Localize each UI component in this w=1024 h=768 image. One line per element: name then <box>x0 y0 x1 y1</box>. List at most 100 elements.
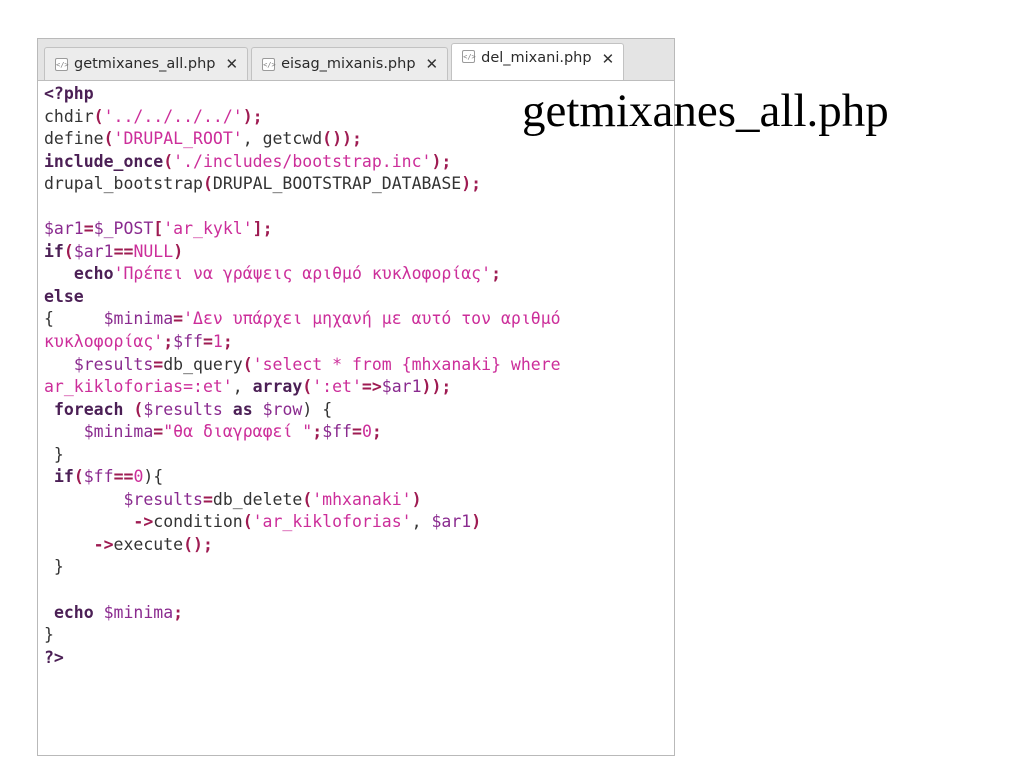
code-token: '../../../../' <box>103 106 243 126</box>
code-line: drupal_bootstrap(DRUPAL_BOOTSTRAP_DATABA… <box>44 173 561 196</box>
close-icon[interactable]: ✕ <box>426 55 439 73</box>
code-token: = <box>83 219 94 239</box>
code-token: ( <box>63 241 74 261</box>
code-token: ( <box>202 174 213 194</box>
code-token: 'ar_kikloforias' <box>252 512 412 532</box>
code-token: , <box>232 377 253 397</box>
code-token: { <box>44 309 104 329</box>
code-token: $row <box>262 399 303 419</box>
code-token: } <box>44 625 54 645</box>
code-token: = <box>202 489 213 509</box>
code-token: ); <box>461 174 482 194</box>
code-token: , <box>242 129 263 149</box>
code-token: './includes/bootstrap.inc' <box>173 151 432 171</box>
php-file-icon: </> <box>55 57 69 71</box>
change-marker <box>37 141 38 161</box>
code-token: chdir <box>44 106 94 126</box>
code-token: 'ar_kykl' <box>163 219 253 239</box>
code-token: 'select * from {mhxanaki} where <box>252 354 561 374</box>
tab-del-mixani[interactable]: </> del_mixani.php ✕ <box>451 43 625 80</box>
code-token: $minima <box>103 602 174 622</box>
code-token: ]; <box>252 219 273 239</box>
code-line: $results=db_delete('mhxanaki') <box>44 489 561 512</box>
code-line: $ar1=$_POST['ar_kykl']; <box>44 218 561 241</box>
code-token: array <box>252 377 303 397</box>
code-token: ; <box>491 264 501 284</box>
code-token: = <box>153 354 164 374</box>
code-token: NULL <box>133 241 174 261</box>
code-token: define <box>44 129 104 149</box>
code-line: } <box>44 624 561 647</box>
code-token: ); <box>242 106 263 126</box>
code-token: -> <box>133 512 154 532</box>
code-line: ->execute(); <box>44 534 561 557</box>
code-token: $_POST <box>93 219 154 239</box>
code-token: ) { <box>302 399 333 419</box>
tab-label: eisag_mixanis.php <box>281 56 416 72</box>
code-token: ( <box>103 129 114 149</box>
code-token: 0 <box>361 422 372 442</box>
close-icon[interactable]: ✕ <box>226 55 239 73</box>
code-token: ( <box>73 467 84 487</box>
code-token: )); <box>421 377 452 397</box>
code-token: ; <box>173 602 184 622</box>
code-line: if($ff==0){ <box>44 466 561 489</box>
code-token: $ff <box>83 467 114 487</box>
code-line: if($ar1==NULL) <box>44 241 561 264</box>
code-line: } <box>44 444 561 467</box>
code-token: as <box>232 399 253 419</box>
code-token: = <box>352 422 362 442</box>
code-token: ( <box>123 399 144 419</box>
close-icon[interactable]: ✕ <box>602 50 615 68</box>
code-line: κυκλοφορίας';$ff=1; <box>44 331 561 354</box>
code-line: else <box>44 286 561 309</box>
code-text-area[interactable]: <?php chdir('../../../../'); define('DRUPA… <box>44 83 561 669</box>
code-token: echo <box>73 264 114 284</box>
code-token: ; <box>312 422 323 442</box>
code-token: == <box>113 467 134 487</box>
code-token: ( <box>163 151 174 171</box>
code-token: ){ <box>143 467 164 487</box>
code-token: db_query <box>163 354 243 374</box>
code-token: = <box>173 309 184 329</box>
code-token: include_once <box>44 151 164 171</box>
code-token: $ff <box>173 332 203 352</box>
code-token: ; <box>163 332 174 352</box>
code-line: $minima="θα διαγραφεί ";$ff=0; <box>44 421 561 444</box>
slide-title: getmixanes_all.php <box>522 85 889 137</box>
code-token: 'DRUPAL_ROOT' <box>113 129 243 149</box>
tab-eisag-mixanis[interactable]: </> eisag_mixanis.php ✕ <box>251 47 449 80</box>
code-editor-window: </> getmixanes_all.php ✕ </> eisag_mixan… <box>37 38 675 756</box>
code-token: = <box>202 332 213 352</box>
code-line: ->condition('ar_kikloforias', $ar1) <box>44 511 561 534</box>
code-token: drupal_bootstrap <box>44 174 203 194</box>
code-token: getcwd <box>262 129 323 149</box>
code-token: ( <box>242 354 253 374</box>
code-token: == <box>113 241 134 261</box>
code-token: $ff <box>322 422 352 442</box>
code-token: $minima <box>83 422 154 442</box>
code-token: κυκλοφορίας' <box>44 332 164 352</box>
code-token: db_delete <box>212 489 303 509</box>
code-token: else <box>44 286 84 306</box>
code-token: ) <box>471 512 482 532</box>
code-line: <?php <box>44 83 561 106</box>
tab-label: del_mixani.php <box>481 50 592 66</box>
code-token: ( <box>302 377 313 397</box>
php-file-icon: </> <box>462 50 476 63</box>
code-line: ?> <box>44 647 561 670</box>
code-token: -> <box>93 534 114 554</box>
tab-getmixanes-all[interactable]: </> getmixanes_all.php ✕ <box>44 47 249 80</box>
code-token: echo <box>53 602 94 622</box>
code-line: ar_kikloforias=:et', array(':et'=>$ar1))… <box>44 376 561 399</box>
